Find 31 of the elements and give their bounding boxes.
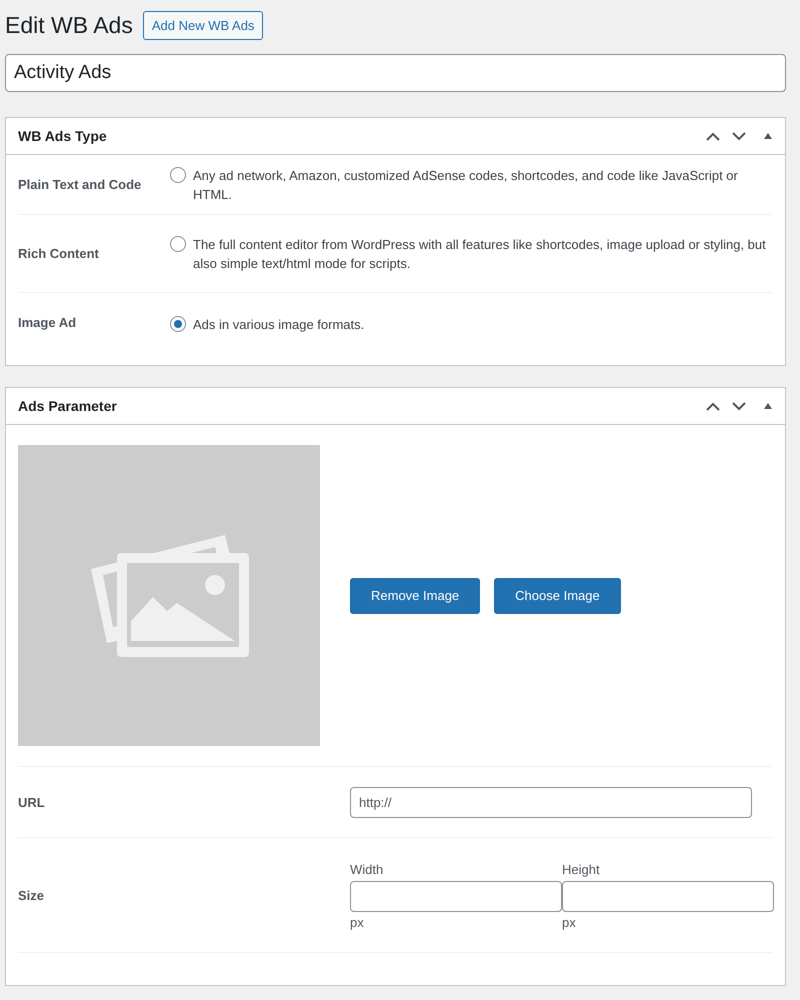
dimension-field[interactable] xyxy=(562,880,774,912)
option-description: Any ad network, Amazon, customized AdSense codes, shortcodes, and code like JavaScript or HTML. xyxy=(193,168,738,202)
field-label: URL xyxy=(18,794,46,810)
page-title: Edit WB Ads xyxy=(5,12,133,38)
move-up-icon[interactable] xyxy=(705,401,721,411)
option-label: Image Ad xyxy=(18,315,78,330)
unit-label: px xyxy=(350,914,364,932)
option-description: Ads in various image formats. xyxy=(193,317,364,332)
panel-title: Ads Parameter xyxy=(18,398,117,414)
add-new-button[interactable]: Add New WB Ads xyxy=(142,10,264,40)
option-description: The full content editor from WordPress with all features like shortcodes, image upload or styling, but also simple text/html mode for scripts. xyxy=(193,236,766,270)
field-label: Size xyxy=(18,888,46,902)
title-field[interactable]: Activity Ads xyxy=(5,54,786,92)
choose-image-button[interactable]: Choose Image xyxy=(494,578,621,614)
dimension-field[interactable] xyxy=(350,880,562,912)
radio-button[interactable] xyxy=(170,316,186,332)
collapse-icon[interactable] xyxy=(763,402,773,410)
remove-image-button[interactable]: Remove Image xyxy=(350,578,480,614)
collapse-icon[interactable] xyxy=(763,132,773,140)
radio-button[interactable] xyxy=(170,166,186,182)
radio-button[interactable] xyxy=(170,236,186,252)
move-down-icon[interactable] xyxy=(731,401,747,411)
field-caption: Width xyxy=(350,860,384,878)
option-label: Rich Content xyxy=(18,246,100,261)
field-caption: Height xyxy=(562,860,600,879)
url-field[interactable]: http:// xyxy=(350,786,752,818)
move-up-icon[interactable] xyxy=(705,131,721,141)
move-down-icon[interactable] xyxy=(731,131,747,141)
panel-title: WB Ads Type xyxy=(18,128,107,144)
unit-label: px xyxy=(562,914,576,932)
option-label: Plain Text and Code xyxy=(18,177,142,192)
